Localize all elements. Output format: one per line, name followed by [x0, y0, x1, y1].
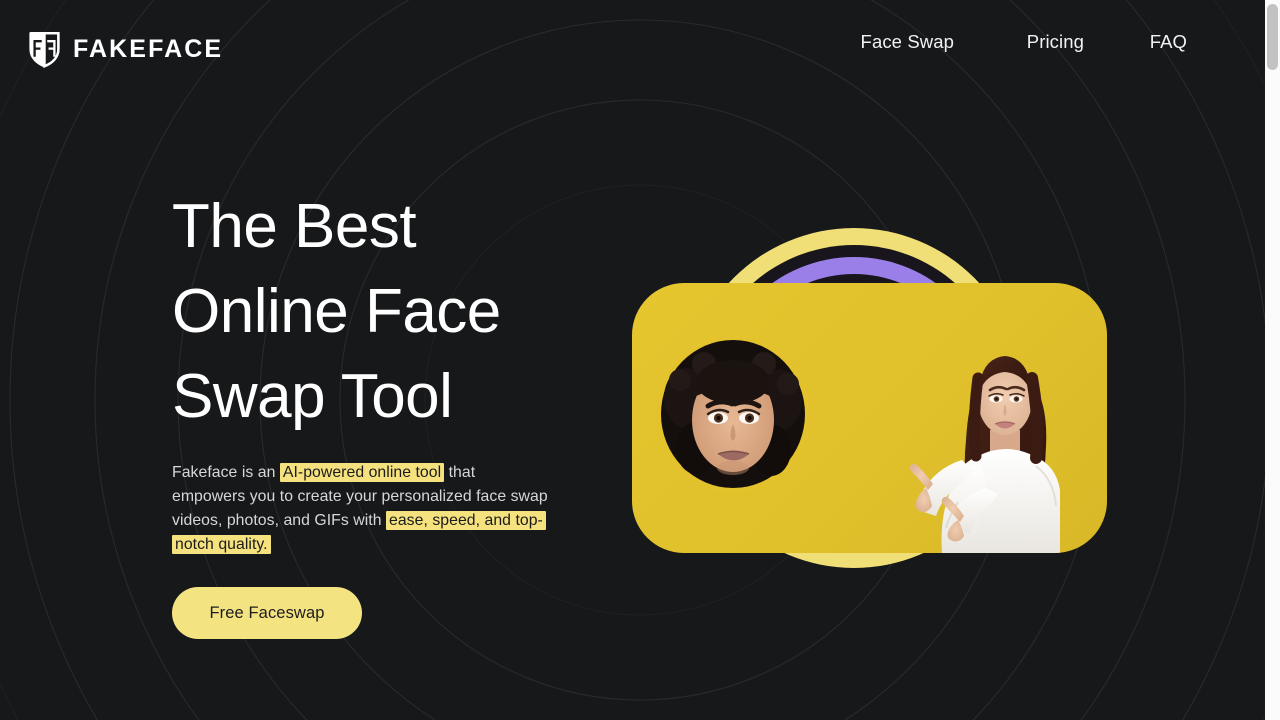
nav-item-faq[interactable]: FAQ: [1150, 31, 1187, 53]
vertical-scrollbar-track[interactable]: [1265, 0, 1280, 720]
nav-item-pricing[interactable]: Pricing: [1027, 31, 1084, 53]
site-header: FAKEFACE Face Swap Pricing FAQ: [0, 0, 1280, 96]
shield-f-logo-icon: [29, 32, 60, 68]
hero-desc-part1: Fakeface is an: [172, 464, 280, 481]
hero-visual: [632, 200, 1152, 600]
hero-description: Fakeface is an AI-powered online tool th…: [172, 461, 552, 557]
hero-title: The Best Online Face Swap Tool: [172, 192, 501, 431]
face-swap-preview-card[interactable]: [632, 283, 1107, 553]
nav-item-face-swap[interactable]: Face Swap: [861, 31, 954, 53]
brand-logo[interactable]: FAKEFACE: [29, 31, 223, 68]
brand-name: FAKEFACE: [73, 35, 224, 63]
hero-content: The Best Online Face Swap Tool Fakeface …: [172, 184, 572, 639]
vertical-scrollbar-thumb[interactable]: [1267, 4, 1278, 70]
landing-page: FAKEFACE Face Swap Pricing FAQ The Best …: [0, 0, 1280, 720]
source-face-circle: [656, 338, 811, 493]
woman-pointing-photo: [909, 356, 1060, 553]
free-faceswap-button[interactable]: Free Faceswap: [172, 587, 362, 639]
hero-desc-highlight-1: AI-powered online tool: [279, 463, 445, 482]
